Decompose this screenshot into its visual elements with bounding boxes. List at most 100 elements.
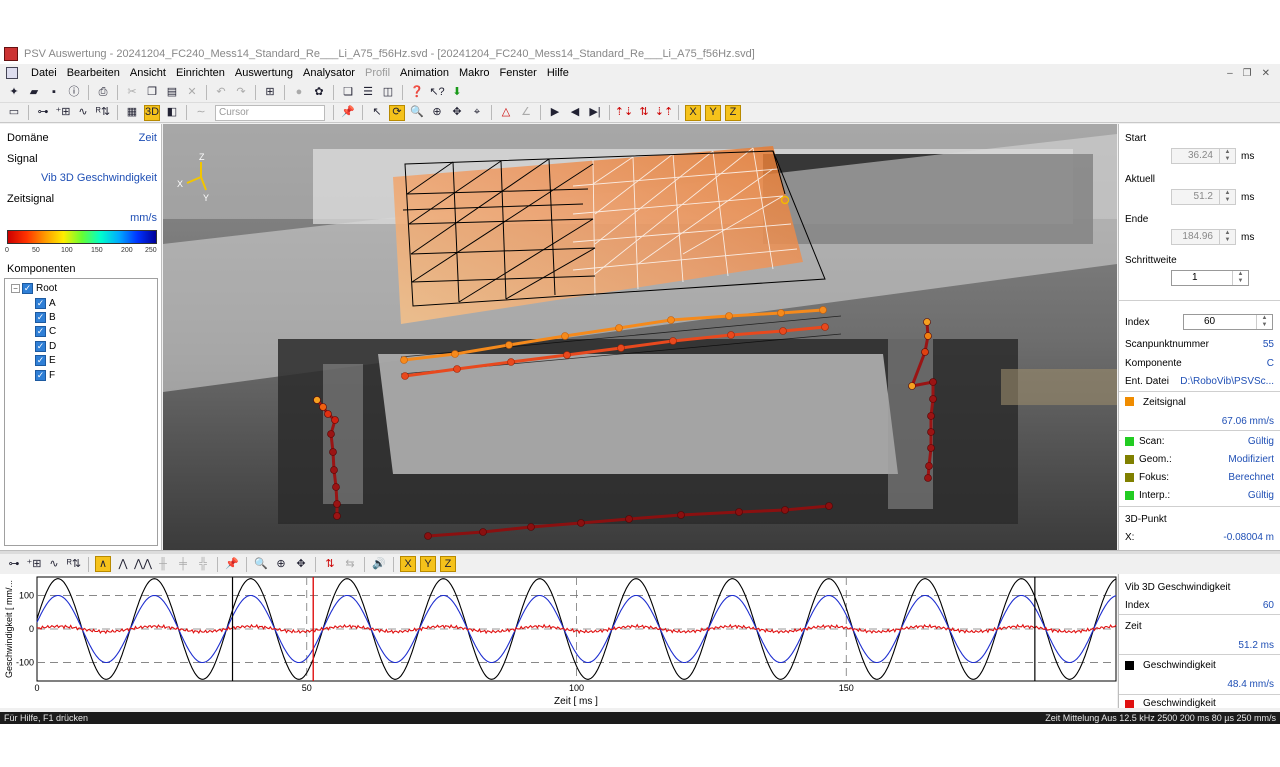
zoom-area-icon[interactable]: ⊕ [273, 556, 289, 572]
axis-y-toggle[interactable]: Y [420, 556, 436, 572]
flat-wave-icon[interactable]: ∼ [193, 105, 209, 121]
spin-arrows-icon[interactable]: ▲ ▼ [1232, 271, 1248, 285]
menu-ansicht[interactable]: Ansicht [125, 67, 171, 79]
menu-makro[interactable]: Makro [454, 67, 495, 79]
zoom-icon[interactable]: 🔍 [253, 556, 269, 572]
spin-arrows-icon[interactable]: ▲ ▼ [1219, 149, 1235, 163]
axis-y-toggle[interactable]: Y [705, 104, 721, 121]
add-point-icon[interactable]: ⁺⊞ [26, 556, 42, 572]
reference-signal-icon[interactable]: ᴿ⇅ [66, 556, 82, 572]
checkbox-icon[interactable]: ✓ [35, 370, 46, 381]
band-icon[interactable]: ╪ [175, 556, 191, 572]
cursor-select[interactable]: Cursor [215, 104, 325, 121]
play-icon[interactable]: ▶ [547, 105, 563, 121]
hierarchy-icon[interactable]: ⊞ [262, 84, 278, 100]
restore-icon[interactable]: ❐ [1243, 68, 1252, 79]
menu-auswertung[interactable]: Auswertung [230, 67, 298, 79]
peak-double-icon[interactable]: ⋀ [115, 556, 131, 572]
time-signal-chart[interactable]: 0 50 100 150 100 0 -100 Zeit [ ms ] Geschwind… [0, 574, 1117, 708]
pin-icon[interactable]: 📌 [340, 105, 356, 121]
window-layout-icon[interactable]: ▭ [6, 105, 22, 121]
axis-z-toggle[interactable]: Z [725, 104, 741, 121]
3d-view[interactable]: Z X Y [163, 124, 1117, 550]
spin-arrows-icon[interactable]: ▲ ▼ [1219, 230, 1235, 244]
menu-analysator[interactable]: Analysator [298, 67, 360, 79]
tree-item[interactable]: ✓ A [35, 297, 56, 310]
menu-datei[interactable]: Datei [26, 67, 62, 79]
info-icon[interactable]: ⓘ [66, 84, 82, 100]
step-back-icon[interactable]: ◀ [567, 105, 583, 121]
axis-x-toggle[interactable]: X [685, 104, 701, 121]
rotate-icon[interactable]: ⟳ [389, 104, 405, 121]
triangle-mesh-icon[interactable]: △ [498, 105, 514, 121]
checkbox-icon[interactable]: ✓ [22, 283, 33, 294]
open-folder-icon[interactable]: ▰ [26, 84, 42, 100]
step-forward-icon[interactable]: ▶| [587, 105, 603, 121]
paste-icon[interactable]: ▤ [164, 84, 180, 100]
file-value[interactable]: D:\RoboVib\PSVSc... [1180, 376, 1274, 387]
pin-icon[interactable]: 📌 [224, 556, 240, 572]
harmonic-icon[interactable]: ╫ [155, 556, 171, 572]
point-link-icon[interactable]: ⊶ [35, 105, 51, 121]
angle-icon[interactable]: ∠ [518, 105, 534, 121]
pan-icon[interactable]: ✥ [293, 556, 309, 572]
record-icon[interactable]: ● [291, 84, 307, 100]
point-link-icon[interactable]: ⊶ [6, 556, 22, 572]
scale-reset-icon[interactable]: ⇅ [636, 105, 652, 121]
point-select-icon[interactable]: ⌖ [469, 105, 485, 121]
start-field[interactable]: 36.24 ▲ ▼ [1171, 148, 1236, 164]
zoom-icon[interactable]: 🔍 [409, 105, 425, 121]
scale-x-icon[interactable]: ⇆ [342, 556, 358, 572]
delete-icon[interactable]: ✕ [184, 84, 200, 100]
download-arrow-icon[interactable]: ⬇ [449, 84, 465, 100]
checkbox-icon[interactable]: ✓ [35, 298, 46, 309]
copy-icon[interactable]: ❐ [144, 84, 160, 100]
new-file-icon[interactable]: ✦ [6, 84, 22, 100]
minimize-icon[interactable]: – [1227, 68, 1233, 79]
tree-root[interactable]: − ✓ Root [11, 282, 57, 295]
scale-down-icon[interactable]: ⇣⇡ [655, 105, 673, 121]
help-icon[interactable]: ❓ [409, 84, 425, 100]
context-help-icon[interactable]: ↖? [429, 84, 445, 100]
domain-value[interactable]: Zeit [139, 132, 157, 144]
signal-wave-icon[interactable]: ∿ [75, 105, 91, 121]
end-field[interactable]: 184.96 ▲ ▼ [1171, 229, 1236, 245]
checkbox-icon[interactable]: ✓ [35, 341, 46, 352]
signal-value[interactable]: Vib 3D Geschwindigkeit [41, 172, 157, 184]
axis-x-toggle[interactable]: X [400, 556, 416, 572]
menu-hilfe[interactable]: Hilfe [542, 67, 574, 79]
menu-einrichten[interactable]: Einrichten [171, 67, 230, 79]
reference-signal-icon[interactable]: ᴿ⇅ [95, 105, 111, 121]
speaker-icon[interactable]: 🔊 [371, 556, 387, 572]
scale-up-icon[interactable]: ⇡⇣ [615, 105, 633, 121]
tree-item[interactable]: ✓ D [35, 340, 56, 353]
checkbox-icon[interactable]: ✓ [35, 326, 46, 337]
peak-cursor-icon[interactable]: ⋀⋀ [134, 556, 152, 572]
save-icon[interactable]: ▪ [46, 84, 62, 100]
scale-y-icon[interactable]: ⇅ [322, 556, 338, 572]
menu-bearbeiten[interactable]: Bearbeiten [62, 67, 125, 79]
step-field[interactable]: 1 ▲ ▼ [1171, 270, 1249, 286]
axis-z-toggle[interactable]: Z [440, 556, 456, 572]
palette-icon[interactable]: ✿ [311, 84, 327, 100]
grid-view-icon[interactable]: ▦ [124, 105, 140, 121]
zoom-fit-icon[interactable]: ⊕ [429, 105, 445, 121]
collapse-icon[interactable]: − [11, 284, 20, 293]
signal-wave-icon[interactable]: ∿ [46, 556, 62, 572]
pointer-icon[interactable]: ↖ [369, 105, 385, 121]
menu-fenster[interactable]: Fenster [495, 67, 542, 79]
pan-icon[interactable]: ✥ [449, 105, 465, 121]
tile-horizontal-icon[interactable]: ☰ [360, 84, 376, 100]
tree-item[interactable]: ✓ F [35, 369, 55, 382]
peak-mode-icon[interactable]: ∧ [95, 556, 111, 572]
menu-animation[interactable]: Animation [395, 67, 454, 79]
print-icon[interactable]: ⎙ [95, 84, 111, 100]
checkbox-icon[interactable]: ✓ [35, 312, 46, 323]
close-icon[interactable]: ✕ [1262, 68, 1270, 79]
current-field[interactable]: 51.2 ▲ ▼ [1171, 189, 1236, 205]
tree-item[interactable]: ✓ E [35, 354, 56, 367]
view-3d-button[interactable]: 3D [144, 104, 160, 121]
cut-icon[interactable]: ✂ [124, 84, 140, 100]
redo-icon[interactable]: ↷ [233, 84, 249, 100]
tree-item[interactable]: ✓ C [35, 325, 56, 338]
